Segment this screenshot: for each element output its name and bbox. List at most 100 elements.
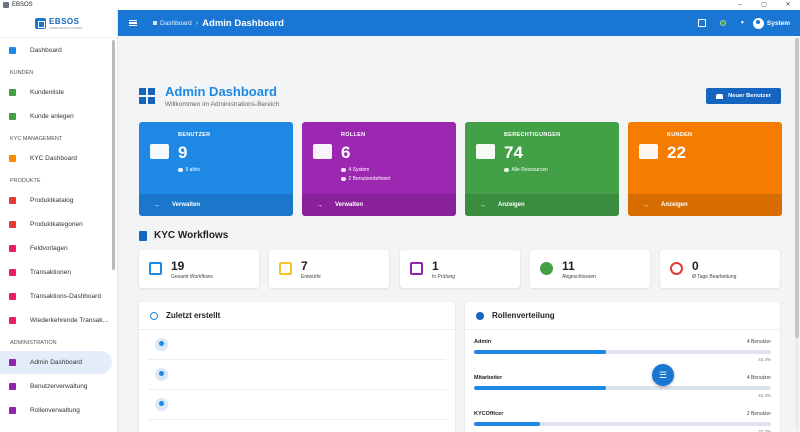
sidebar-item[interactable]: KYC Dashboard	[0, 147, 112, 170]
maximize-button[interactable]: ▢	[752, 0, 776, 10]
sidebar-item[interactable]: Rollenverwaltung	[0, 399, 112, 422]
sidebar-item[interactable]: Kunde anlegen	[0, 105, 112, 128]
kyc-stat-label: Entwürfe	[301, 274, 321, 280]
sidebar-item[interactable]: Admin Dashboard	[0, 351, 112, 374]
sidebar-item[interactable]: Transaktions-Dashboard	[0, 285, 112, 308]
stat-action-label: Verwalten	[335, 202, 364, 208]
stat-action-label: Anzeigen	[498, 202, 525, 208]
logo[interactable]: EBSOS COMPLIANCE SYSTEM	[0, 10, 117, 38]
admin-icon	[9, 359, 16, 366]
sidebar-item-label: Produktkatalog	[30, 197, 74, 204]
list-item[interactable]	[148, 360, 446, 390]
sidebar-item[interactable]: Feldvorlagen	[0, 237, 112, 260]
stat-action-button[interactable]: → Verwalten	[302, 194, 456, 216]
stat-label: KUNDEN	[667, 132, 693, 138]
sidebar-item[interactable]: Wiederkehrende Transak...	[0, 309, 112, 332]
transaction-icon	[9, 269, 16, 276]
page-title: Admin Dashboard	[165, 84, 277, 99]
kyc-stat-label: Abgeschlossen	[562, 274, 596, 280]
stat-card: ROLLEN 6 4 System 2 Benutzerdefiniert → Verwa…	[302, 122, 456, 216]
menu-icon[interactable]	[129, 19, 143, 27]
list-item[interactable]	[148, 330, 446, 360]
folder-icon	[149, 262, 162, 275]
open-external-icon[interactable]	[697, 19, 706, 27]
sidebar-item[interactable]: Benutzerverwaltung	[0, 375, 112, 398]
role-name: Mitarbeiter	[474, 375, 503, 381]
grid-icon	[9, 155, 16, 162]
review-icon	[410, 262, 423, 275]
person-icon	[155, 368, 168, 381]
kyc-stat-card[interactable]: 1 In Prüfung	[400, 250, 520, 288]
sidebar-item[interactable]: Kundenliste	[0, 81, 112, 104]
breadcrumb: Dashboard › Admin Dashboard	[153, 18, 284, 29]
building-icon	[639, 144, 658, 159]
stat-value: 22	[667, 143, 686, 162]
person-add-icon	[9, 113, 16, 120]
new-user-button[interactable]: Neuer Benutzer	[706, 88, 781, 104]
sidebar: EBSOS COMPLIANCE SYSTEM Dashboard KUNDEN K…	[0, 10, 118, 432]
stat-value: 9	[178, 143, 188, 162]
sidebar-item-label: Kunde anlegen	[30, 113, 74, 120]
role-name: KYCOfficer	[474, 411, 504, 417]
page-subtitle: Willkommen im Administrations-Bereich	[165, 101, 280, 108]
stat-meta-text: 4 System	[348, 167, 370, 173]
kyc-stat-card[interactable]: 11 Abgeschlossen	[530, 250, 650, 288]
role-percent: 44.4%	[758, 357, 771, 362]
stat-meta: 2 Benutzerdefiniert	[341, 176, 390, 182]
stat-card: KUNDEN 22 → Anzeigen	[628, 122, 782, 216]
role-count: 4 Benutzer	[746, 375, 771, 381]
kyc-stat-card[interactable]: 7 Entwürfe	[269, 250, 389, 288]
sidebar-item[interactable]: Produktkatalog	[0, 189, 112, 212]
catalog-icon	[9, 197, 16, 204]
user-name: System	[766, 19, 790, 27]
role-name: Admin	[474, 339, 492, 345]
dashboard-crumb-icon	[153, 21, 157, 25]
clipboard-icon	[139, 230, 147, 241]
sidebar-item-label: Dashboard	[30, 47, 62, 54]
nav-section-label: KYC MANAGEMENT	[10, 136, 63, 142]
nav-section-label: ADMINISTRATION	[10, 340, 57, 346]
close-button[interactable]: ✕	[776, 0, 800, 10]
sidebar-item-label: Feldvorlagen	[30, 245, 68, 252]
role-count: 4 Benutzer	[746, 339, 771, 345]
stat-action-button[interactable]: → Anzeigen	[628, 194, 782, 216]
logo-icon	[34, 18, 46, 29]
kyc-stat-card[interactable]: 19 Gesamt Workflows	[139, 250, 259, 288]
minimize-button[interactable]: –	[728, 0, 752, 10]
sidebar-item-label: Produktkategorien	[30, 221, 83, 228]
kyc-section-title: KYC Workflows	[139, 230, 228, 241]
sidebar-item[interactable]: Dashboard	[0, 39, 112, 62]
main-scrollbar[interactable]	[795, 38, 799, 430]
breadcrumb-separator: ›	[195, 19, 199, 27]
person-icon	[155, 398, 168, 411]
sidebar-item[interactable]: Transaktionen	[0, 261, 112, 284]
list-item[interactable]	[148, 390, 446, 420]
sidebar-nav: Dashboard KUNDEN Kundenliste Kunde anlegen K…	[0, 39, 117, 422]
logo-name: EBSOS	[48, 17, 80, 26]
stat-action-button[interactable]: → Anzeigen	[465, 194, 619, 216]
key-icon	[476, 144, 495, 159]
draft-icon	[279, 262, 292, 275]
logo-tagline: COMPLIANCE SYSTEM	[48, 26, 82, 30]
stat-action-button[interactable]: → Verwalten	[139, 194, 293, 216]
kyc-stat-card[interactable]: 0Ø Tage Bearbeitung	[660, 250, 780, 288]
sidebar-item-label: KYC Dashboard	[30, 155, 77, 162]
breadcrumb-root[interactable]: Dashboard	[160, 20, 192, 27]
user-menu[interactable]: ▼ System	[740, 17, 790, 29]
sidebar-scrollbar[interactable]	[112, 40, 115, 270]
stat-meta: 9 aktiv	[178, 167, 200, 173]
recent-title-text: Zuletzt erstellt	[166, 311, 221, 320]
sidebar-item-label: Wiederkehrende Transak...	[30, 317, 109, 324]
clock-icon	[670, 262, 683, 275]
stat-meta: Alle Ressourcen	[504, 167, 548, 173]
meta-icon	[341, 167, 346, 173]
quick-actions-button[interactable]: ☰	[652, 364, 674, 386]
role-percent: 44.4%	[758, 393, 771, 398]
roles-icon	[9, 407, 16, 414]
stat-label: BENUTZER	[178, 132, 211, 138]
sidebar-item-label: Admin Dashboard	[30, 359, 83, 366]
window-controls: – ▢ ✕	[728, 0, 800, 10]
arrow-right-icon: →	[479, 201, 486, 209]
sidebar-item[interactable]: Produktkategorien	[0, 213, 112, 236]
roles-panel-title: Rollenverteilung	[465, 302, 780, 330]
